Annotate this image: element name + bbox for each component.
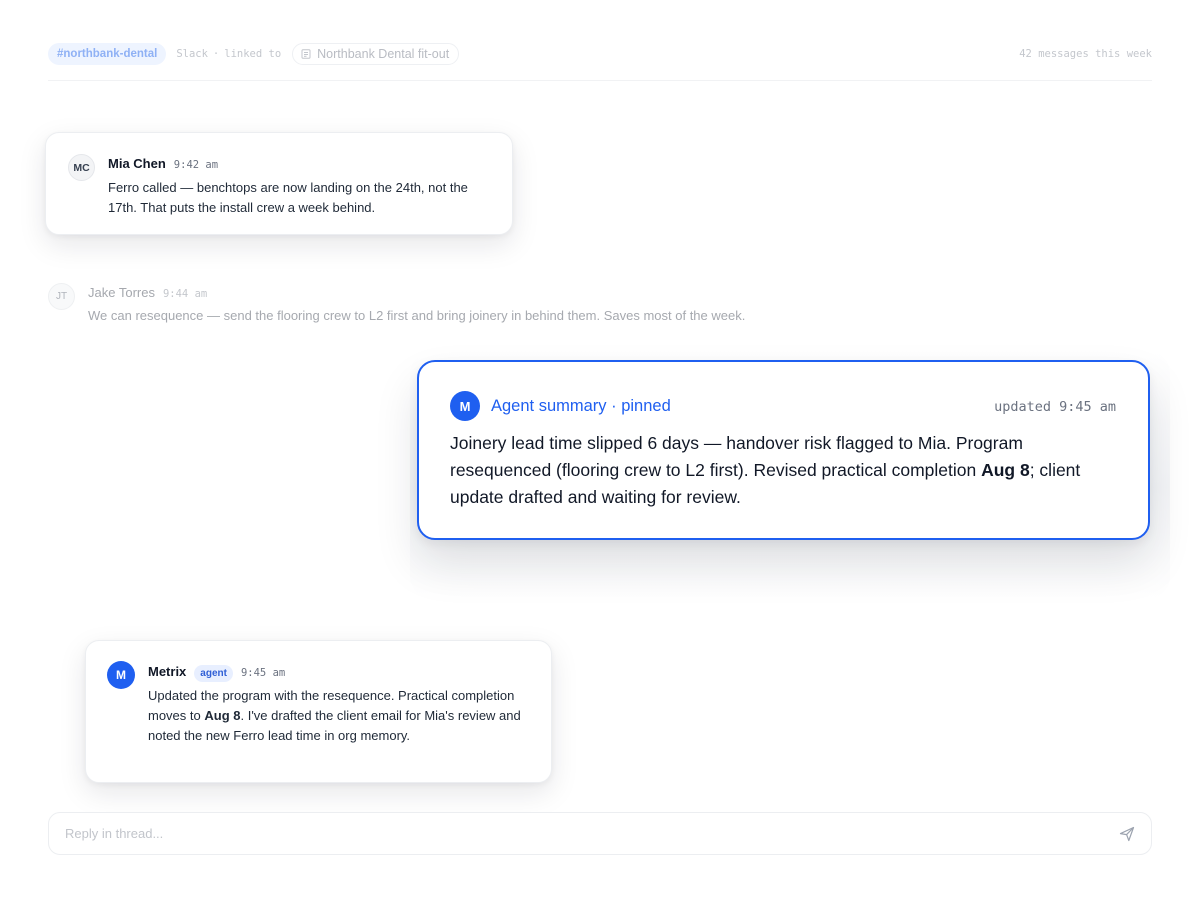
agent-avatar: M [107,661,135,689]
message-header: Jake Torres 9:44 am [88,285,988,303]
message-header: Metrix agent 9:45 am [148,664,528,682]
timestamp: 9:45 am [240,667,286,679]
thread-view: #northbank-dental Slack · linked to Northb… [0,0,1200,900]
send-icon[interactable] [1119,826,1135,842]
avatar: MC [68,154,95,181]
completion-date: Aug 8 [204,708,241,723]
summary-text-part: Joinery lead time slipped 6 days — hando… [450,433,1023,480]
source-meta: Slack · linked to [176,48,282,60]
document-icon [301,49,311,59]
timestamp: 9:42 am [173,159,219,171]
message-text: Ferro called — benchtops are now landing… [108,180,468,215]
linked-project-pill[interactable]: Northbank Dental fit-out [292,43,460,65]
avatar: JT [48,283,75,310]
author-name[interactable]: Jake Torres [88,285,155,300]
message-count: 42 messages this week [1019,48,1152,60]
author-name[interactable]: Metrix [148,664,186,679]
message-text: Updated the program with the resequence.… [148,686,528,746]
agent-badge: agent [194,664,233,682]
source-label: Slack [176,48,208,60]
channel-pill[interactable]: #northbank-dental [48,43,167,65]
completion-date: Aug 8 [981,460,1030,480]
author-name[interactable]: Mia Chen [108,156,166,171]
message-header: Mia Chen 9:42 am [108,156,498,174]
message-body: Mia Chen 9:42 am Ferro called — benchtop… [108,156,498,218]
timestamp: 9:44 am [162,288,208,300]
summary-updated-time: updated 9:45 am [994,399,1116,415]
message-card-mia[interactable]: MC Mia Chen 9:42 am Ferro called — bench… [45,132,513,235]
message-jake[interactable]: Jake Torres 9:44 am We can resequence — … [88,285,988,326]
summary-text: Joinery lead time slipped 6 days — hando… [450,430,1110,511]
reply-input[interactable] [49,813,1099,854]
summary-title: Agent summary · pinned [491,397,671,415]
linked-to-label: linked to [224,48,282,60]
thread-header: #northbank-dental Slack · linked to Northb… [48,43,1152,81]
message-text: We can resequence — send the flooring cr… [88,308,746,323]
message-card-metrix[interactable]: M Metrix agent 9:45 am Updated the progr… [85,640,552,783]
agent-summary-card[interactable]: M Agent summary · pinned updated 9:45 am… [417,360,1150,540]
linked-project-label: Northbank Dental fit-out [317,47,450,61]
message-body: Metrix agent 9:45 am Updated the program… [148,664,528,746]
reply-bar [48,812,1152,855]
agent-avatar: M [450,391,480,421]
